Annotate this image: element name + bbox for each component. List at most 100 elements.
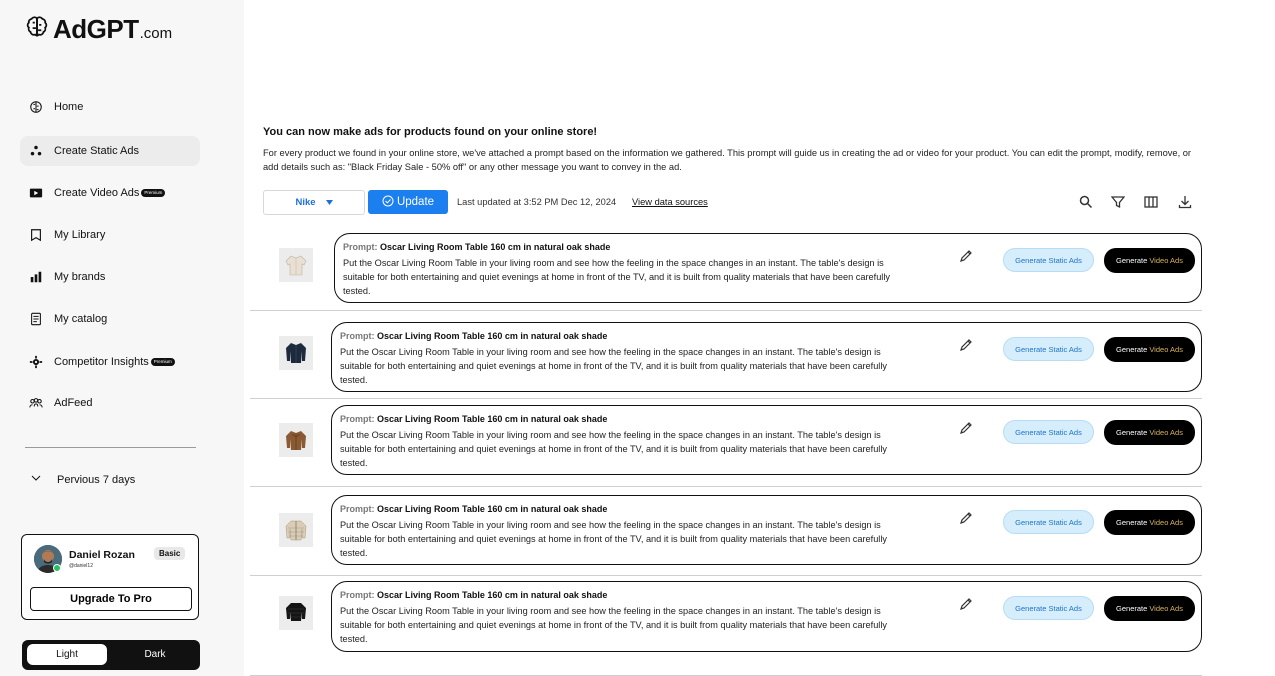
profile-name: Daniel Rozan — [69, 549, 135, 561]
prompt-body[interactable]: Put the Oscar Living Room Table in your … — [340, 345, 905, 387]
previous-label: Pervious 7 days — [57, 473, 136, 486]
prompt-title: Prompt: Oscar Living Room Table 160 cm i… — [340, 331, 607, 341]
profile-card: Daniel Rozan @daniel12 Basic Upgrade To … — [21, 534, 199, 620]
generate-video-prefix: Generate — [1116, 428, 1148, 437]
prompt-body[interactable]: Put the Oscar Living Room Table in your … — [340, 604, 905, 646]
prompt-body[interactable]: Put the Oscar Living Room Table in your … — [343, 256, 908, 298]
generate-video-suffix: Video Ads — [1149, 256, 1183, 265]
generate-video-ads-button[interactable]: Generate Video Ads — [1104, 510, 1195, 535]
sidebar-item-label: Home — [54, 101, 84, 113]
sidebar-item-label: My brands — [54, 271, 106, 283]
sidebar-item-my-brands[interactable]: My brands — [20, 262, 200, 292]
theme-dark-option[interactable]: Dark — [115, 644, 195, 665]
prompt-title: Prompt: Oscar Living Room Table 160 cm i… — [340, 504, 607, 514]
product-prompt-card: Prompt: Oscar Living Room Table 160 cm i… — [331, 581, 1202, 652]
generate-video-prefix: Generate — [1116, 345, 1148, 354]
theme-light-option[interactable]: Light — [27, 644, 107, 665]
generate-video-prefix: Generate — [1116, 256, 1148, 265]
generate-video-suffix: Video Ads — [1149, 345, 1183, 354]
columns-icon[interactable] — [1144, 195, 1160, 211]
generate-video-ads-button[interactable]: Generate Video Ads — [1104, 420, 1195, 445]
last-updated-text: Last updated at 3:52 PM Dec 12, 2024 — [457, 197, 617, 207]
sidebar-item-home[interactable]: Home — [20, 92, 200, 122]
generate-static-ads-button[interactable]: Generate Static Ads — [1003, 420, 1094, 444]
edit-pencil-icon[interactable] — [959, 511, 975, 527]
logo-main: AdGPT — [53, 14, 139, 44]
download-icon[interactable] — [1178, 195, 1194, 211]
generate-video-prefix: Generate — [1116, 518, 1148, 527]
product-thumbnail[interactable] — [279, 423, 313, 457]
row-separator — [250, 486, 1202, 487]
sidebar-item-create-static-ads[interactable]: Create Static Ads — [20, 136, 200, 166]
sidebar-item-competitor-insights[interactable]: Competitor Insights Premium — [20, 347, 200, 377]
upgrade-to-pro-button[interactable]: Upgrade To Pro — [30, 587, 192, 611]
update-label: Update — [396, 196, 435, 208]
edit-pencil-icon[interactable] — [959, 338, 975, 354]
row-separator — [250, 398, 1202, 399]
sidebar-item-label: Create Video Ads — [54, 187, 140, 199]
generate-video-ads-button[interactable]: Generate Video Ads — [1104, 337, 1195, 362]
gear-icon — [28, 354, 44, 370]
people-icon — [28, 395, 44, 411]
product-thumbnail[interactable] — [279, 248, 313, 282]
prompt-title: Prompt: Oscar Living Room Table 160 cm i… — [343, 242, 610, 252]
search-icon[interactable] — [1079, 195, 1095, 211]
edit-pencil-icon[interactable] — [959, 421, 975, 437]
page-description: For every product we found in your onlin… — [263, 148, 1192, 172]
generate-video-prefix: Generate — [1116, 604, 1148, 613]
filter-icon[interactable] — [1110, 195, 1127, 211]
brand-select-value: Nike — [295, 197, 316, 208]
view-data-sources-link[interactable]: View data sources — [632, 197, 708, 207]
generate-video-suffix: Video Ads — [1149, 518, 1183, 527]
prompt-body[interactable]: Put the Oscar Living Room Table in your … — [340, 518, 905, 560]
product-prompt-card: Prompt: Oscar Living Room Table 160 cm i… — [334, 233, 1202, 303]
caret-down-icon — [316, 197, 333, 208]
profile-handle: @daniel12 — [69, 563, 93, 569]
generate-static-ads-button[interactable]: Generate Static Ads — [1003, 510, 1094, 534]
product-thumbnail[interactable] — [279, 336, 313, 370]
prompt-title: Prompt: Oscar Living Room Table 160 cm i… — [340, 414, 607, 424]
brand-select[interactable]: Nike — [263, 190, 365, 215]
page-headline: You can now make ads for products found … — [263, 126, 598, 138]
prompt-product-title: Oscar Living Room Table 160 cm in natura… — [380, 242, 611, 252]
sidebar-item-adfeed[interactable]: AdFeed — [20, 388, 200, 418]
sidebar-item-create-video-ads[interactable]: Create Video Ads Premium — [20, 178, 200, 208]
generate-video-suffix: Video Ads — [1149, 604, 1183, 613]
sidebar-item-label: My catalog — [54, 313, 108, 325]
sidebar-divider — [25, 447, 196, 448]
chevron-down-icon — [30, 472, 57, 487]
prompt-body[interactable]: Put the Oscar Living Room Table in your … — [340, 428, 905, 470]
sidebar-item-label: Create Static Ads — [54, 145, 139, 157]
sidebar-item-my-catalog[interactable]: My catalog — [20, 304, 200, 334]
catalog-icon — [28, 311, 44, 327]
edit-pencil-icon[interactable] — [959, 249, 975, 265]
edit-pencil-icon[interactable] — [959, 597, 975, 613]
sidebar-item-label: My Library — [54, 229, 106, 241]
product-thumbnail[interactable] — [279, 596, 313, 630]
prompt-product-title: Oscar Living Room Table 160 cm in natura… — [377, 590, 608, 600]
prompt-label: Prompt: — [340, 590, 375, 600]
library-icon — [28, 227, 44, 243]
video-icon — [28, 185, 44, 201]
generate-video-suffix: Video Ads — [1149, 428, 1183, 437]
brain-logo-icon — [24, 14, 50, 45]
product-prompt-card: Prompt: Oscar Living Room Table 160 cm i… — [331, 322, 1202, 392]
logo[interactable]: AdGPT .com — [24, 14, 172, 45]
sidebar-item-label: AdFeed — [54, 397, 93, 409]
prompt-label: Prompt: — [343, 242, 378, 252]
row-separator — [250, 310, 1202, 311]
premium-badge: Premium — [150, 358, 175, 366]
generate-static-ads-button[interactable]: Generate Static Ads — [1003, 248, 1094, 272]
generate-static-ads-button[interactable]: Generate Static Ads — [1003, 337, 1094, 361]
generate-video-ads-button[interactable]: Generate Video Ads — [1104, 248, 1195, 273]
product-thumbnail[interactable] — [279, 513, 313, 547]
generate-static-ads-button[interactable]: Generate Static Ads — [1003, 596, 1094, 620]
previous-7-days-toggle[interactable]: Pervious 7 days — [30, 472, 135, 487]
sidebar: AdGPT .com Home Create Static Ads Create… — [0, 0, 244, 676]
prompt-label: Prompt: — [340, 414, 375, 424]
theme-toggle: Light Dark — [22, 640, 200, 670]
sidebar-item-my-library[interactable]: My Library — [20, 220, 200, 250]
update-button[interactable]: Update — [368, 190, 448, 214]
premium-badge: Premium — [141, 189, 166, 197]
generate-video-ads-button[interactable]: Generate Video Ads — [1104, 596, 1195, 621]
